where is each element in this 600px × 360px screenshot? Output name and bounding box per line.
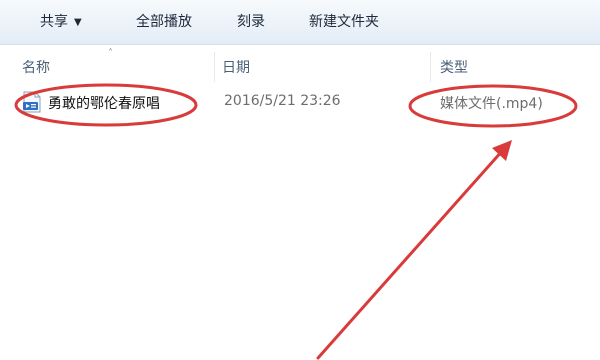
media-file-icon [23, 91, 41, 113]
chevron-down-icon: ▼ [74, 17, 82, 28]
column-header-date[interactable]: 日期 [222, 58, 250, 78]
column-divider[interactable] [430, 52, 431, 82]
share-button[interactable]: 共享 ▼ [36, 11, 86, 33]
column-header-type[interactable]: 类型 [440, 58, 468, 78]
share-label: 共享 [40, 14, 68, 30]
new-folder-button[interactable]: 新建文件夹 [305, 11, 383, 33]
column-header-row: ˄ 名称 日期 类型 [0, 48, 600, 82]
column-header-name[interactable]: 名称 [22, 58, 50, 78]
file-name[interactable]: 勇敢的鄂伦春原唱 [48, 93, 160, 113]
burn-button[interactable]: 刻录 [233, 11, 269, 33]
column-divider[interactable] [214, 52, 215, 82]
file-list-item[interactable]: 勇敢的鄂伦春原唱 2016/5/21 23:26 媒体文件(.mp4) [0, 88, 600, 118]
annotation-arrowhead [492, 140, 512, 161]
play-all-label: 全部播放 [136, 14, 192, 30]
new-folder-label: 新建文件夹 [309, 14, 379, 30]
file-date: 2016/5/21 23:26 [224, 93, 341, 109]
burn-label: 刻录 [237, 14, 265, 30]
file-type: 媒体文件(.mp4) [440, 96, 543, 112]
annotation-arrow-line [316, 148, 505, 360]
command-bar: 共享 ▼ 全部播放 刻录 新建文件夹 [0, 0, 600, 45]
sort-ascending-icon: ˄ [108, 48, 113, 59]
play-all-button[interactable]: 全部播放 [132, 11, 196, 33]
